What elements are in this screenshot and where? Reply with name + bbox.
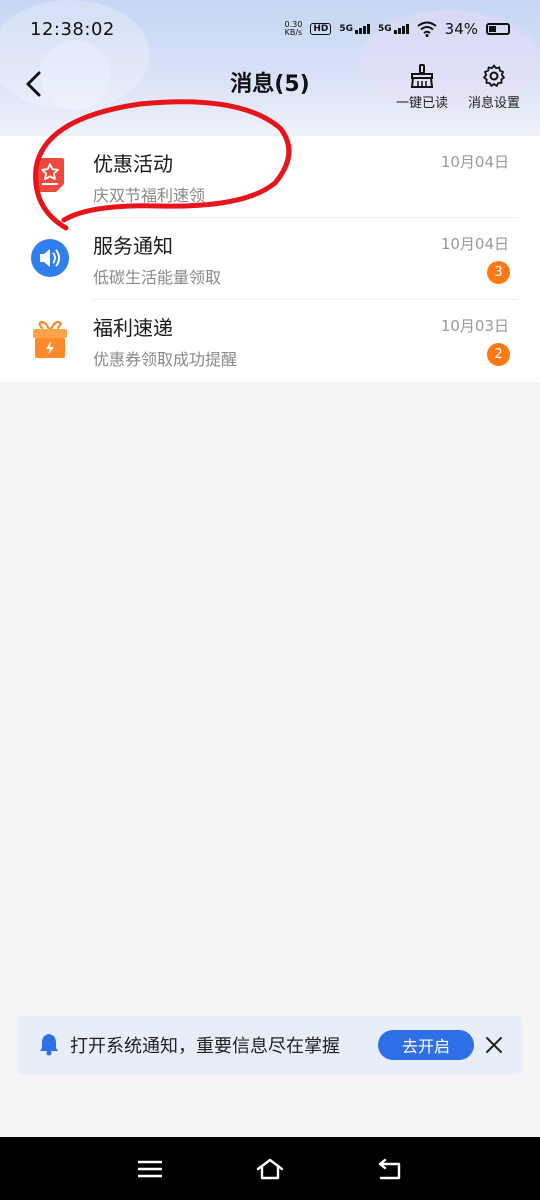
message-date: 10月03日	[440, 317, 509, 335]
mark-all-read-label: 一键已读	[395, 96, 448, 111]
menu-button[interactable]	[130, 1153, 170, 1185]
hd-icon: HD	[310, 23, 332, 35]
enable-notifications-button[interactable]: 去开启	[378, 1030, 474, 1060]
home-button[interactable]	[250, 1153, 290, 1185]
message-item-service[interactable]: 服务通知 低碳生活能量领取 10月04日 3	[0, 218, 540, 300]
network-speed-unit: KB/s	[284, 28, 303, 37]
message-item-benefits[interactable]: 福利速递 优惠券领取成功提醒 10月03日 2	[0, 300, 540, 382]
message-subtitle: 庆双节福利速领	[93, 186, 206, 205]
banner-message: 打开系统通知，重要信息尽在掌握	[70, 1036, 340, 1057]
message-settings-button[interactable]: 消息设置	[462, 64, 526, 114]
unread-badge: 3	[487, 261, 510, 284]
signal-5g-1: 5G	[339, 24, 370, 34]
message-subtitle: 低碳生活能量领取	[93, 268, 222, 287]
coupon-star-icon	[30, 156, 70, 196]
message-list: 优惠活动 庆双节福利速领 10月04日 服务通知 低碳生活能量领取 10月04日…	[0, 136, 540, 382]
status-bar: 12:38:02 0.30 KB/s HD 5G 5G 34%	[0, 0, 540, 58]
wifi-icon	[417, 21, 437, 37]
close-banner-button[interactable]	[480, 1031, 508, 1059]
page-title: 消息(5)	[230, 72, 310, 97]
network-speed: 0.30 KB/s	[285, 21, 303, 37]
signal-label: 5G	[378, 24, 392, 34]
speaker-icon	[30, 238, 70, 278]
signal-bars-icon	[393, 24, 409, 34]
mark-all-read-button[interactable]: 一键已读	[390, 64, 454, 114]
system-nav-bar	[0, 1137, 540, 1200]
message-item-promotions[interactable]: 优惠活动 庆双节福利速领 10月04日	[0, 136, 540, 218]
message-settings-label: 消息设置	[467, 96, 520, 111]
status-time: 12:38:02	[30, 18, 115, 40]
bell-icon	[40, 1034, 58, 1056]
gear-icon	[483, 64, 505, 87]
status-icons: 0.30 KB/s HD 5G 5G 34%	[285, 20, 510, 38]
notification-permission-banner: 打开系统通知，重要信息尽在掌握 去开启	[18, 1016, 522, 1074]
broom-icon	[410, 64, 434, 88]
unread-badge: 2	[487, 343, 510, 366]
message-title: 服务通知	[93, 234, 173, 258]
battery-percent: 34%	[444, 20, 478, 38]
home-icon	[256, 1158, 284, 1180]
message-date: 10月04日	[440, 153, 509, 171]
back-arrow-icon	[378, 1158, 401, 1180]
signal-5g-2: 5G	[378, 24, 409, 34]
message-date: 10月04日	[440, 235, 509, 253]
back-system-button[interactable]	[370, 1153, 410, 1185]
message-title: 优惠活动	[93, 152, 173, 176]
top-navbar: 消息(5) 一键已读 消息设置	[0, 58, 540, 114]
battery-icon	[486, 23, 510, 35]
signal-label: 5G	[339, 24, 353, 34]
menu-icon	[138, 1160, 162, 1178]
signal-bars-icon	[355, 24, 370, 34]
message-title: 福利速递	[93, 316, 173, 340]
gift-icon	[30, 320, 70, 360]
message-subtitle: 优惠券领取成功提醒	[93, 350, 238, 369]
close-icon	[486, 1037, 502, 1053]
